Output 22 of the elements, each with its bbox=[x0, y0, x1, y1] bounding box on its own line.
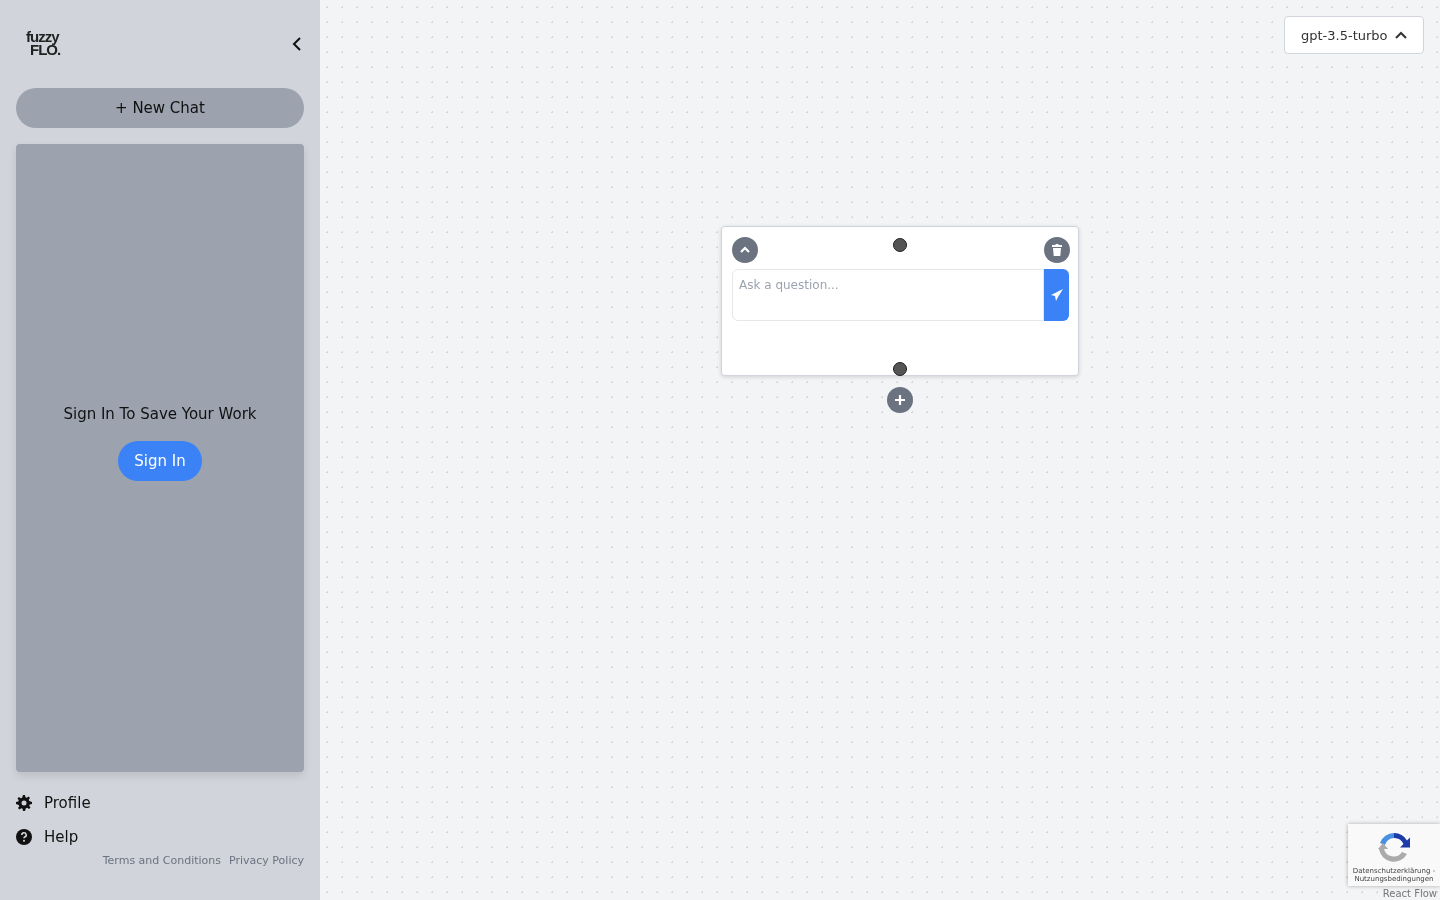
plus-icon bbox=[894, 394, 906, 406]
collapse-node-button[interactable] bbox=[732, 237, 758, 263]
collapse-button[interactable] bbox=[290, 35, 304, 53]
delete-button[interactable] bbox=[1044, 237, 1070, 263]
attribution-text: React Flow bbox=[1382, 888, 1437, 899]
gear-icon bbox=[16, 795, 32, 811]
paper-plane-icon bbox=[1050, 289, 1063, 301]
profile-link[interactable]: Profile bbox=[16, 794, 91, 812]
logo: fuzzy FLO. bbox=[26, 31, 61, 57]
connection-handle[interactable] bbox=[893, 362, 907, 376]
help-icon bbox=[16, 829, 32, 845]
model-select[interactable]: gpt-3.5-turbo bbox=[1284, 16, 1424, 54]
connection-handle[interactable] bbox=[893, 238, 907, 252]
chevron-up-icon bbox=[739, 246, 751, 254]
new-chat-button[interactable]: + New Chat bbox=[16, 88, 304, 128]
sign-in-button[interactable]: Sign In bbox=[118, 441, 202, 481]
add-node-button[interactable] bbox=[887, 387, 913, 413]
trash-icon bbox=[1052, 244, 1062, 256]
question-field[interactable]: Ask a question... bbox=[732, 269, 1044, 321]
send-button[interactable] bbox=[1044, 269, 1069, 321]
help-link[interactable]: Help bbox=[16, 828, 79, 846]
sign-in-prompt: Sign In To Save Your Work bbox=[63, 405, 257, 423]
